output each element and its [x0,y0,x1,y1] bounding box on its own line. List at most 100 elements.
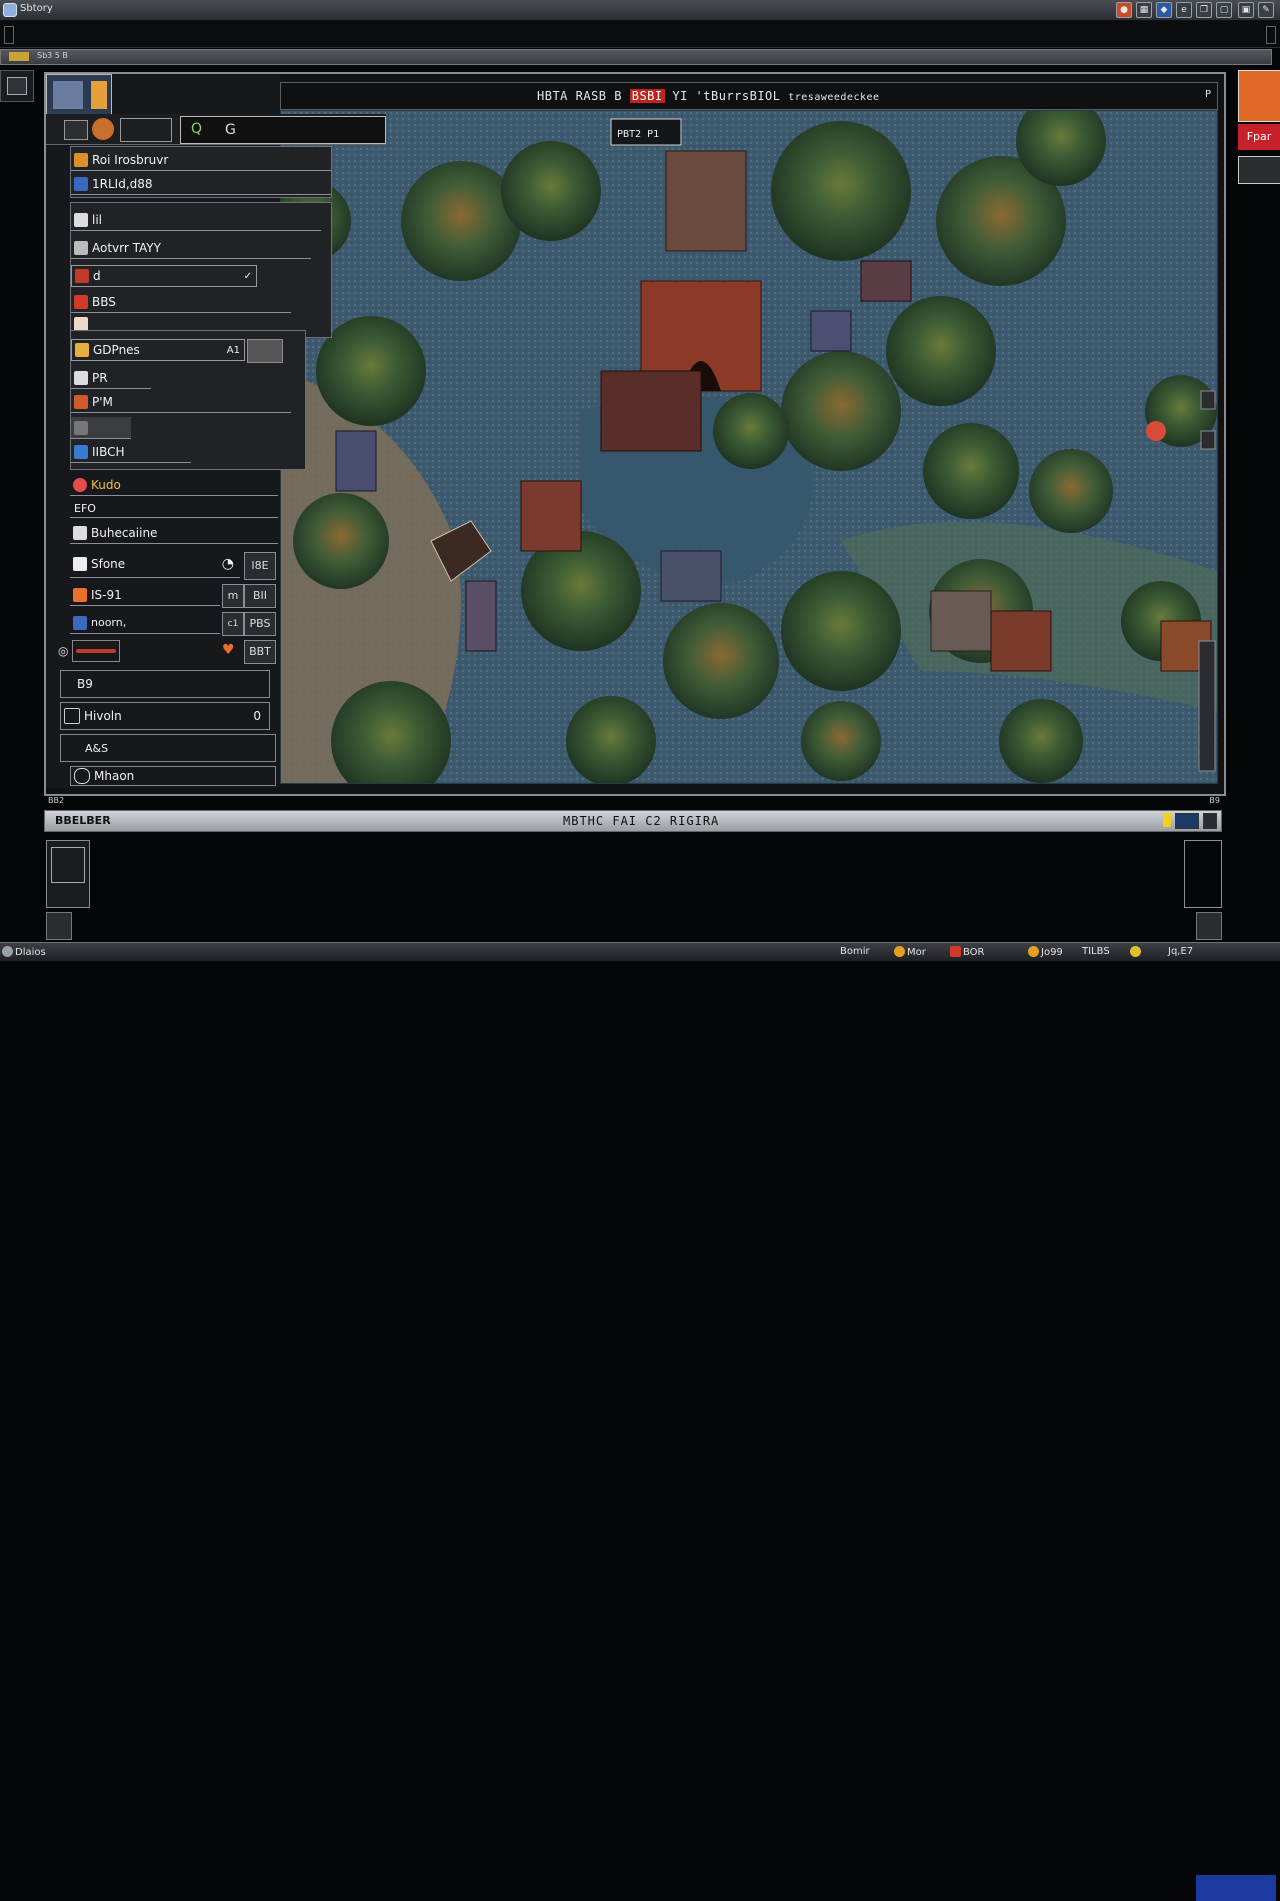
tray-grid-icon[interactable]: ▦ [1136,2,1152,18]
tray-tile-icon[interactable]: ▣ [1238,2,1254,18]
m-icon[interactable]: m [222,584,244,608]
dropdown-menu-1: Roi Irosbruvr 1RLId,d88 [70,146,332,198]
menu-item[interactable]: Aotvrr TAYY [71,237,311,259]
console-label: BBELBER [55,814,111,827]
bracket-icon [64,708,80,724]
taskbar-item[interactable]: Bomir [840,946,870,957]
console-end-button[interactable] [1203,813,1217,829]
menu-item[interactable] [71,417,131,439]
list-item[interactable]: noorn, [70,612,220,634]
address-label: Sb3 5 B [37,51,68,60]
right-badge[interactable]: Fpar [1238,124,1280,150]
list-item[interactable] [72,640,120,662]
value-box[interactable]: PBS [244,612,276,636]
list-item[interactable]: B9 [60,670,270,698]
list-item[interactable]: A&S [60,734,276,762]
taskbar-clock[interactable]: Jq,E7 [1168,946,1193,957]
window-title-bar: Sbtory ● ▦ ◆ e ❐ ▢ ▣ ✎ [0,0,1280,21]
menu-item[interactable]: PR [71,367,151,389]
dock-window-icon[interactable] [7,77,27,95]
red-bar-icon [76,649,116,653]
sun-icon [75,343,89,357]
tray-window-icon[interactable]: ▢ [1216,2,1232,18]
tray-copy-icon[interactable]: ❐ [1196,2,1212,18]
list-item[interactable]: IS-91 [70,584,220,606]
start-button[interactable]: Dlaios [2,946,46,958]
list-item[interactable]: EFO [70,500,278,518]
menu-item[interactable]: P'M [71,391,291,413]
taskbar-item[interactable]: Mor [894,946,926,958]
taskbar-item[interactable]: Jo99 [1028,946,1063,958]
ring-icon[interactable]: ◎ [58,644,68,658]
value-box[interactable]: BBT [244,640,276,664]
list-item[interactable]: Hivoln 0 [60,702,270,730]
map-sign-text: PBT2 P1 [617,129,659,140]
doc-icon [73,525,87,540]
menu-item[interactable]: BBS [71,291,291,313]
game-map[interactable]: PBT2 P1 [280,110,1218,784]
avatar[interactable] [46,74,112,116]
tab-active[interactable]: Q G [180,116,386,144]
map-side-toolbar[interactable] [1198,640,1216,772]
notification-area[interactable] [1196,1875,1276,1901]
menu-item[interactable]: Roi Irosbruvr [71,149,331,171]
side-panel-box[interactable] [1184,840,1222,908]
tray-pen-icon[interactable]: ✎ [1258,2,1274,18]
list-item[interactable]: Mhaon [70,766,276,786]
list-item[interactable]: Buhecaiine [70,522,278,544]
taskbar-item[interactable]: TILBS [1082,946,1110,957]
left-dock[interactable] [0,70,34,102]
dropdown-button[interactable] [247,339,283,363]
avatar-image [53,81,83,109]
panel-tool-icon[interactable] [64,120,88,140]
strip-handle[interactable] [4,26,14,44]
list-item[interactable]: Kudo [70,474,278,496]
bottom-left-button[interactable] [46,912,72,940]
console-bar[interactable]: BBELBER MBTHC FAI C2 RIGIRA [44,810,1222,832]
toolbar-strip [0,21,1280,48]
clock-icon[interactable]: ◔ [222,556,234,572]
player-character[interactable] [1146,421,1166,441]
heart-outline-icon[interactable]: ♥ [222,642,235,658]
blue-sq-icon [73,615,87,630]
map-tool-icon[interactable] [1200,390,1216,410]
taskbar-item[interactable]: BOR [950,946,985,958]
menu-item[interactable]: 1RLId,d88 [71,173,331,195]
map-home-icon[interactable] [1200,430,1216,450]
circle-icon [74,768,90,784]
right-tool-icon[interactable] [1238,156,1280,184]
tray-e-icon[interactable]: e [1176,2,1192,18]
tray-orange-icon[interactable]: ● [1116,2,1132,18]
minimap-thumbnail[interactable] [46,840,90,908]
menu-item[interactable]: IIBCH [71,441,191,463]
heart-icon [73,477,87,492]
value-box[interactable]: BII [244,584,276,608]
page-icon [73,556,87,571]
tray-blue-icon[interactable]: ◆ [1156,2,1172,18]
tab-icon: Q [191,121,203,137]
strip-handle-right[interactable] [1266,26,1276,44]
game-title: HBTA RASB B BSBI YI 'tBurrsBIOL tresawee… [537,89,880,103]
list-item[interactable]: Sfone ◔ [70,550,240,578]
fox-icon[interactable] [92,118,114,140]
tab-label: G [225,122,236,138]
map-canvas[interactable]: PBT2 P1 [281,111,1217,783]
header-corner[interactable]: P [1205,89,1211,100]
orange-sq-icon [73,587,87,602]
tab-cloud[interactable] [120,118,172,142]
menu-item[interactable]: d ✓ [71,265,257,287]
bottom-right-button[interactable] [1196,912,1222,940]
folder-icon[interactable] [9,52,29,61]
window-title: Sbtory [20,3,53,14]
value-box[interactable]: I8E [244,552,276,580]
menu-item[interactable]: GDPnes A1 [71,339,245,361]
menu-item[interactable]: lil [71,209,321,231]
right-app-icon[interactable] [1238,70,1280,122]
blue-icon [74,176,88,191]
console-blue-button[interactable] [1175,813,1199,829]
small-toggle[interactable]: c1 [222,612,244,636]
console-marker [1163,813,1171,827]
tray-yellow-icon [1130,946,1141,957]
tool-icon [74,212,88,227]
taskbar-tray-icon[interactable] [1130,946,1143,958]
